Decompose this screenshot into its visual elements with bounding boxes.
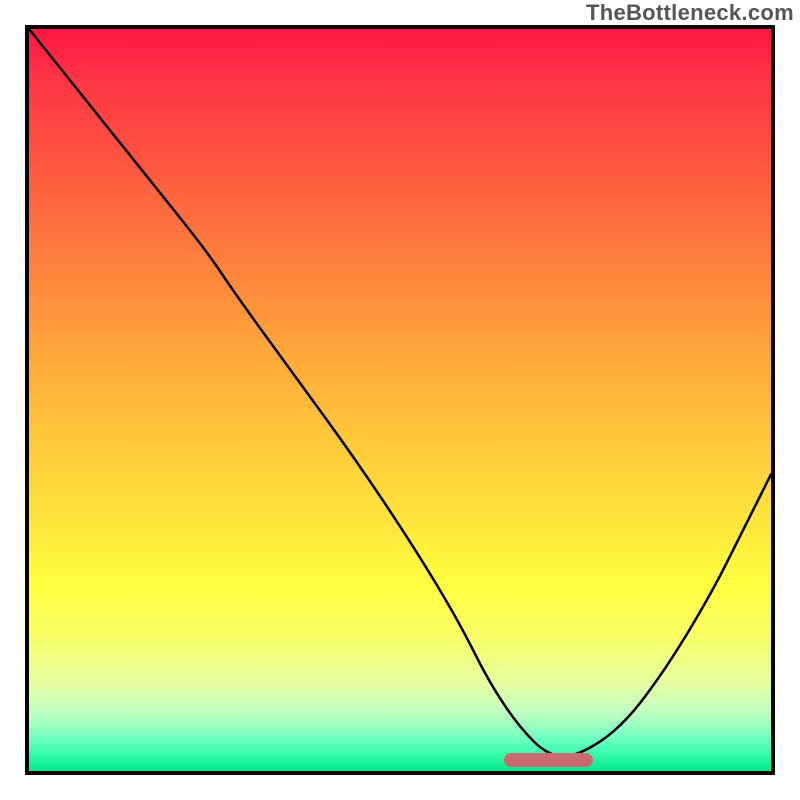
optimal-range-marker — [504, 753, 593, 767]
watermark-text: TheBottleneck.com — [586, 0, 794, 26]
chart-container: TheBottleneck.com — [0, 0, 800, 800]
plot-area — [25, 25, 775, 775]
bottleneck-curve — [29, 29, 771, 771]
